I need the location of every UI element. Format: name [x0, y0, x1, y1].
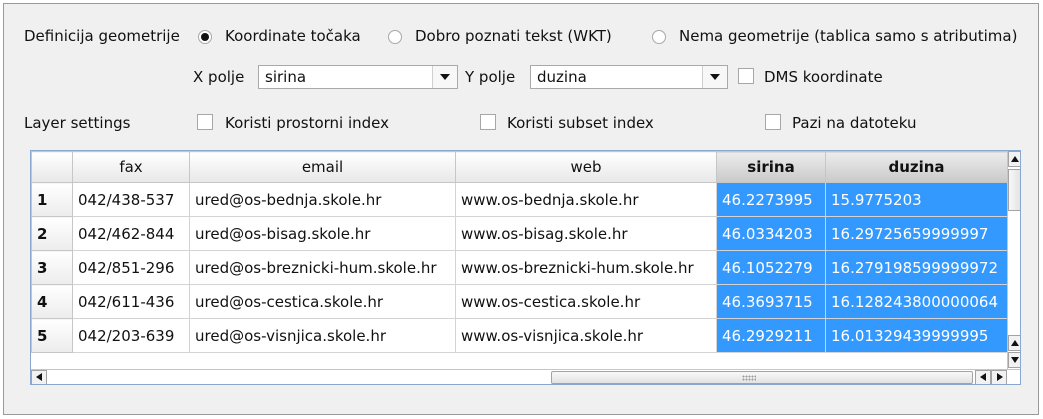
- watch-file-label[interactable]: Pazi na datoteku: [792, 114, 916, 132]
- cell-web[interactable]: www.os-bednja.skole.hr: [455, 182, 717, 217]
- cell-sirina[interactable]: 46.2929211: [716, 318, 826, 353]
- cell-sirina[interactable]: 46.3693715: [716, 284, 826, 319]
- row-header[interactable]: 3: [31, 250, 73, 285]
- column-header-sirina[interactable]: sirina: [716, 151, 826, 183]
- cell-duzina[interactable]: 16.01329439999995: [825, 318, 1008, 353]
- horizontal-scrollbar[interactable]: [31, 369, 1020, 384]
- table-row[interactable]: 2 042/462-844 ured@os-bisag.skole.hr www…: [31, 216, 1008, 251]
- scroll-up-icon[interactable]: [1008, 335, 1020, 351]
- cell-duzina[interactable]: 16.279198599999972: [825, 250, 1008, 285]
- row-header[interactable]: 4: [31, 284, 73, 319]
- vertical-scrollbar[interactable]: [1007, 151, 1020, 369]
- cell-web[interactable]: www.os-cestica.skole.hr: [455, 284, 717, 319]
- radio-wkt-label[interactable]: Dobro poznati tekst (WKT): [415, 27, 612, 45]
- dms-label[interactable]: DMS koordinate: [764, 68, 883, 86]
- horizontal-scroll-thumb[interactable]: [551, 371, 973, 384]
- spatial-index-checkbox[interactable]: [197, 114, 213, 130]
- table-header-row: fax email web sirina duzina: [31, 151, 1008, 183]
- geometry-definition-label: Definicija geometrije: [24, 27, 180, 45]
- corner-header[interactable]: [31, 151, 73, 183]
- scroll-up-icon[interactable]: [1008, 151, 1020, 167]
- row-header[interactable]: 5: [31, 318, 73, 353]
- radio-point-coordinates-label[interactable]: Koordinate točaka: [225, 27, 361, 45]
- x-field-select[interactable]: sirina: [258, 65, 458, 89]
- cell-sirina[interactable]: 46.0334203: [716, 216, 826, 251]
- cell-email[interactable]: ured@os-bednja.skole.hr: [189, 182, 456, 217]
- scroll-right-icon[interactable]: [991, 370, 1007, 384]
- x-field-label: X polje: [193, 68, 245, 86]
- subset-index-checkbox[interactable]: [480, 114, 496, 130]
- subset-index-label[interactable]: Koristi subset index: [507, 114, 654, 132]
- cell-fax[interactable]: 042/851-296: [72, 250, 190, 285]
- dms-checkbox[interactable]: [738, 68, 754, 84]
- chevron-down-icon[interactable]: [432, 66, 457, 88]
- radio-wkt[interactable]: [388, 30, 402, 44]
- scroll-left-icon[interactable]: [31, 370, 47, 384]
- cell-duzina[interactable]: 16.29725659999997: [825, 216, 1008, 251]
- vertical-scroll-thumb[interactable]: [1008, 169, 1020, 211]
- cell-email[interactable]: ured@os-visnjica.skole.hr: [189, 318, 456, 353]
- table-row[interactable]: 4 042/611-436 ured@os-cestica.skole.hr w…: [31, 284, 1008, 319]
- cell-email[interactable]: ured@os-breznicki-hum.skole.hr: [189, 250, 456, 285]
- column-header-fax[interactable]: fax: [72, 151, 190, 183]
- delimited-text-dialog: Definicija geometrije Koordinate točaka …: [3, 3, 1039, 415]
- scroll-left-icon[interactable]: [975, 370, 991, 384]
- cell-web[interactable]: www.os-visnjica.skole.hr: [455, 318, 717, 353]
- cell-sirina[interactable]: 46.2273995: [716, 182, 826, 217]
- column-header-duzina[interactable]: duzina: [825, 151, 1008, 183]
- cell-email[interactable]: ured@os-cestica.skole.hr: [189, 284, 456, 319]
- row-header[interactable]: 1: [31, 182, 73, 217]
- watch-file-checkbox[interactable]: [765, 114, 781, 130]
- cell-fax[interactable]: 042/611-436: [72, 284, 190, 319]
- chevron-down-icon[interactable]: [702, 66, 727, 88]
- cell-web[interactable]: www.os-breznicki-hum.skole.hr: [455, 250, 717, 285]
- cell-sirina[interactable]: 46.1052279: [716, 250, 826, 285]
- radio-no-geometry[interactable]: [652, 30, 666, 44]
- y-field-label: Y polje: [465, 68, 516, 86]
- radio-point-coordinates[interactable]: [198, 30, 212, 44]
- layer-settings-label: Layer settings: [24, 114, 131, 132]
- cell-email[interactable]: ured@os-bisag.skole.hr: [189, 216, 456, 251]
- column-header-web[interactable]: web: [455, 151, 717, 183]
- sample-data-table[interactable]: fax email web sirina duzina 1 042/438-53…: [30, 150, 1021, 385]
- cell-web[interactable]: www.os-bisag.skole.hr: [455, 216, 717, 251]
- table-row[interactable]: 1 042/438-537 ured@os-bednja.skole.hr ww…: [31, 182, 1008, 217]
- column-header-email[interactable]: email: [189, 151, 456, 183]
- cell-fax[interactable]: 042/462-844: [72, 216, 190, 251]
- row-header[interactable]: 2: [31, 216, 73, 251]
- radio-no-geometry-label[interactable]: Nema geometrije (tablica samo s atributi…: [679, 27, 1017, 45]
- table-row[interactable]: 5 042/203-639 ured@os-visnjica.skole.hr …: [31, 318, 1008, 353]
- cell-fax[interactable]: 042/438-537: [72, 182, 190, 217]
- x-field-value: sirina: [265, 68, 307, 86]
- cell-fax[interactable]: 042/203-639: [72, 318, 190, 353]
- scroll-down-icon[interactable]: [1008, 352, 1020, 368]
- table-row[interactable]: 3 042/851-296 ured@os-breznicki-hum.skol…: [31, 250, 1008, 285]
- grip-icon: [742, 375, 756, 381]
- cell-duzina[interactable]: 16.128243800000064: [825, 284, 1008, 319]
- cell-duzina[interactable]: 15.9775203: [825, 182, 1008, 217]
- spatial-index-label[interactable]: Koristi prostorni index: [225, 114, 389, 132]
- y-field-select[interactable]: duzina: [530, 65, 728, 89]
- y-field-value: duzina: [537, 68, 587, 86]
